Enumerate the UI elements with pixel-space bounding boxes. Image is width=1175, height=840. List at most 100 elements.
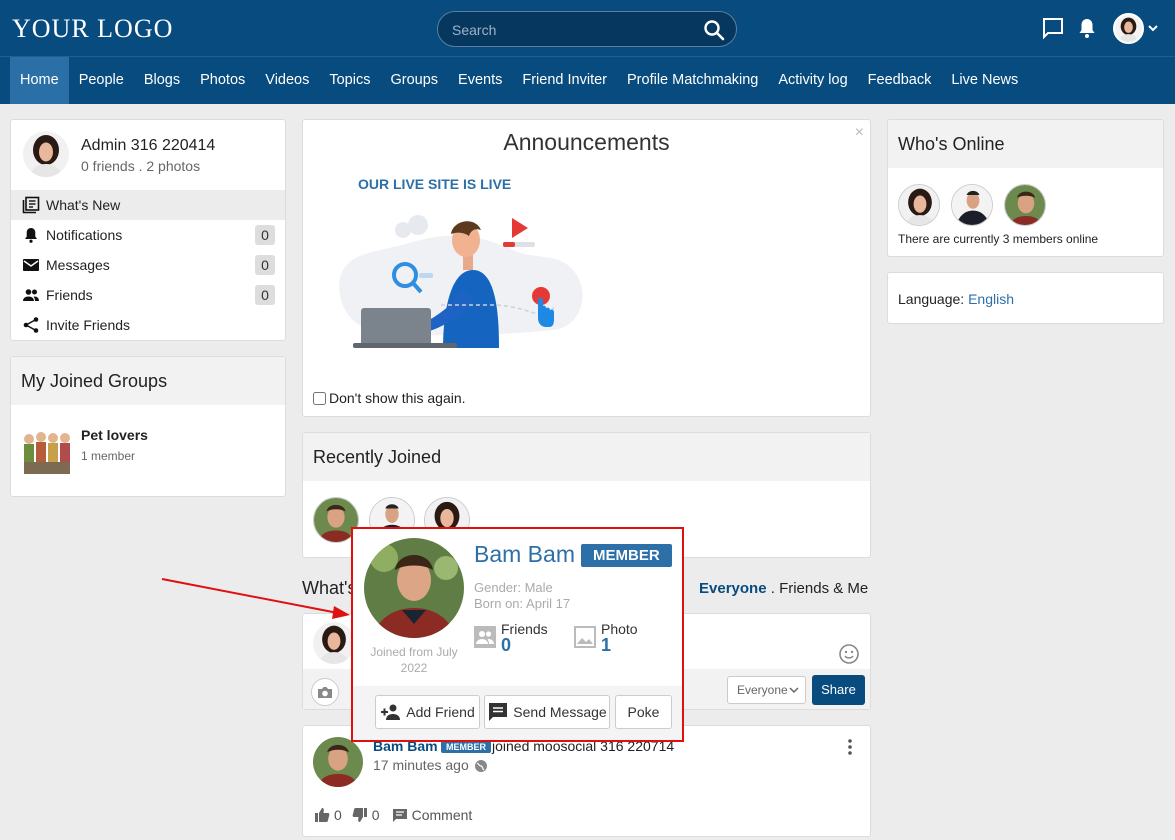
menu-label: Notifications [46, 227, 123, 243]
user-avatar[interactable] [1113, 13, 1144, 44]
whos-online-card: Who's Online There are currently 3 membe… [887, 119, 1164, 257]
search-box [437, 11, 737, 47]
joined-groups-card: My Joined Groups Pet lovers 1 member [10, 356, 286, 497]
count-badge: 0 [255, 285, 275, 305]
online-member-avatar[interactable] [898, 184, 940, 226]
member-badge: MEMBER [441, 741, 491, 753]
group-name[interactable]: Pet lovers [81, 427, 148, 443]
filter-separator: . [770, 580, 775, 597]
menu-messages[interactable]: Messages 0 [11, 250, 285, 280]
menu-label: Invite Friends [46, 317, 131, 333]
group-thumbnail[interactable] [21, 425, 73, 477]
nav-friend-inviter[interactable]: Friend Inviter [512, 57, 617, 104]
comment-link[interactable]: Comment [412, 807, 473, 823]
friends-count: 0 [501, 635, 512, 655]
close-icon[interactable]: × [855, 124, 864, 142]
card-title: Who's Online [888, 120, 1163, 168]
globe-icon [475, 760, 487, 772]
bell-icon[interactable] [1075, 16, 1099, 40]
profile-meta: 0 friends . 2 photos [81, 158, 201, 174]
profile-name[interactable]: Admin 316 220414 [81, 137, 215, 155]
privacy-value: Everyone [737, 683, 788, 697]
menu-invite-friends[interactable]: Invite Friends [11, 310, 285, 340]
dont-show-checkbox[interactable] [313, 391, 326, 405]
activity-filter: Everyone . Friends & Me [699, 580, 868, 597]
language-card: Language: English [887, 272, 1164, 324]
more-options-icon[interactable] [845, 738, 855, 756]
message-icon [489, 703, 508, 721]
popup-avatar[interactable] [364, 538, 464, 638]
feed-actions: 0 0 Comment [314, 807, 472, 823]
nav-blogs[interactable]: Blogs [134, 57, 190, 104]
language-row: Language: English [898, 291, 1014, 307]
nav-topics[interactable]: Topics [319, 57, 380, 104]
nav-feedback[interactable]: Feedback [858, 57, 942, 104]
nav-people[interactable]: People [69, 57, 134, 104]
group-members: 1 member [81, 449, 136, 463]
bell-icon [25, 228, 37, 243]
chevron-down-icon[interactable] [1147, 22, 1159, 34]
poke-button[interactable]: Poke [615, 695, 672, 729]
popup-birthday: Born on: April 17 [474, 596, 571, 611]
nav-home[interactable]: Home [10, 57, 69, 104]
nav-groups[interactable]: Groups [380, 57, 448, 104]
popup-gender: Gender: Male [474, 580, 553, 595]
top-header: YOUR LOGO Home People Blogs Photos Video… [0, 0, 1175, 104]
menu-notifications[interactable]: Notifications 0 [11, 220, 285, 250]
camera-icon [318, 687, 332, 698]
search-input[interactable] [452, 20, 692, 40]
privacy-select[interactable]: Everyone [727, 676, 806, 704]
online-member-avatar[interactable] [1004, 184, 1046, 226]
like-count: 0 [334, 807, 342, 823]
chevron-down-icon [789, 687, 799, 694]
feed-avatar[interactable] [313, 737, 363, 787]
card-title: My Joined Groups [11, 357, 285, 405]
online-member-avatar[interactable] [951, 184, 993, 226]
nav-events[interactable]: Events [448, 57, 512, 104]
menu-friends[interactable]: Friends 0 [11, 280, 285, 310]
thumbs-up-icon[interactable] [314, 807, 330, 823]
nav-photos[interactable]: Photos [190, 57, 255, 104]
feed-timestamp: 17 minutes ago [373, 757, 487, 773]
menu-label: Messages [46, 257, 110, 273]
share-icon [23, 317, 39, 333]
add-friend-label: Add Friend [406, 704, 475, 720]
emoji-icon[interactable] [838, 643, 860, 665]
chat-icon[interactable] [1041, 16, 1065, 40]
people-icon [23, 289, 39, 301]
share-button[interactable]: Share [812, 675, 865, 705]
camera-button[interactable] [311, 678, 339, 706]
language-label: Language: [898, 291, 965, 307]
profile-avatar[interactable] [23, 131, 69, 177]
add-friend-button[interactable]: Add Friend [375, 695, 480, 729]
popup-name[interactable]: Bam Bam [474, 541, 575, 568]
image-icon [574, 626, 596, 648]
count-badge: 0 [255, 255, 275, 275]
popup-action-bar: Add Friend Send Message Poke [353, 686, 682, 740]
popup-member-badge: MEMBER [581, 544, 672, 567]
feed-time-text: 17 minutes ago [373, 757, 469, 773]
send-message-button[interactable]: Send Message [484, 695, 610, 729]
dont-show-checkbox-row: Don't show this again. [313, 390, 466, 406]
menu-label: What's New [46, 197, 121, 213]
nav-activity-log[interactable]: Activity log [768, 57, 857, 104]
nav-profile-matchmaking[interactable]: Profile Matchmaking [617, 57, 768, 104]
language-link[interactable]: English [968, 291, 1014, 307]
thumbs-down-icon[interactable] [352, 807, 368, 823]
site-logo[interactable]: YOUR LOGO [12, 14, 173, 44]
comment-icon[interactable] [392, 807, 408, 823]
composer-avatar [313, 622, 355, 664]
card-title: Recently Joined [303, 433, 870, 481]
announcement-card: Announcements × OUR LIVE SITE IS LIVE Do… [302, 119, 871, 417]
menu-whats-new[interactable]: What's New [11, 190, 285, 220]
announcement-subtitle: OUR LIVE SITE IS LIVE [358, 176, 512, 192]
announcement-title: Announcements [503, 129, 670, 155]
nav-live-news[interactable]: Live News [941, 57, 1028, 104]
dislike-count: 0 [371, 807, 380, 823]
send-message-label: Send Message [513, 704, 607, 720]
filter-friends-me[interactable]: Friends & Me [779, 580, 868, 597]
nav-videos[interactable]: Videos [255, 57, 319, 104]
search-icon[interactable] [702, 18, 726, 42]
filter-everyone[interactable]: Everyone [699, 580, 767, 597]
count-badge: 0 [255, 225, 275, 245]
